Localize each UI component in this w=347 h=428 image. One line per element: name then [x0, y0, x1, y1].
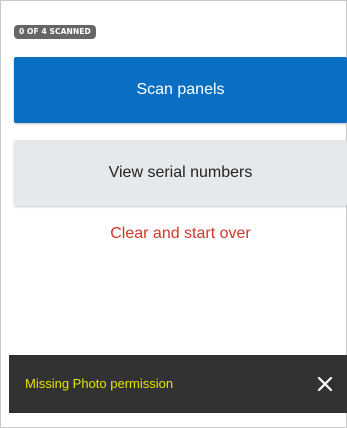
scan-panels-button[interactable]: Scan panels: [14, 57, 347, 123]
snackbar-message: Missing Photo permission: [25, 376, 174, 391]
permission-snackbar: Missing Photo permission: [9, 355, 347, 413]
scan-count-badge: 0 OF 4 SCANNED: [14, 25, 96, 39]
close-icon[interactable]: [317, 376, 333, 392]
view-serial-numbers-button[interactable]: View serial numbers: [14, 140, 347, 206]
clear-start-over-link[interactable]: Clear and start over: [14, 223, 347, 245]
